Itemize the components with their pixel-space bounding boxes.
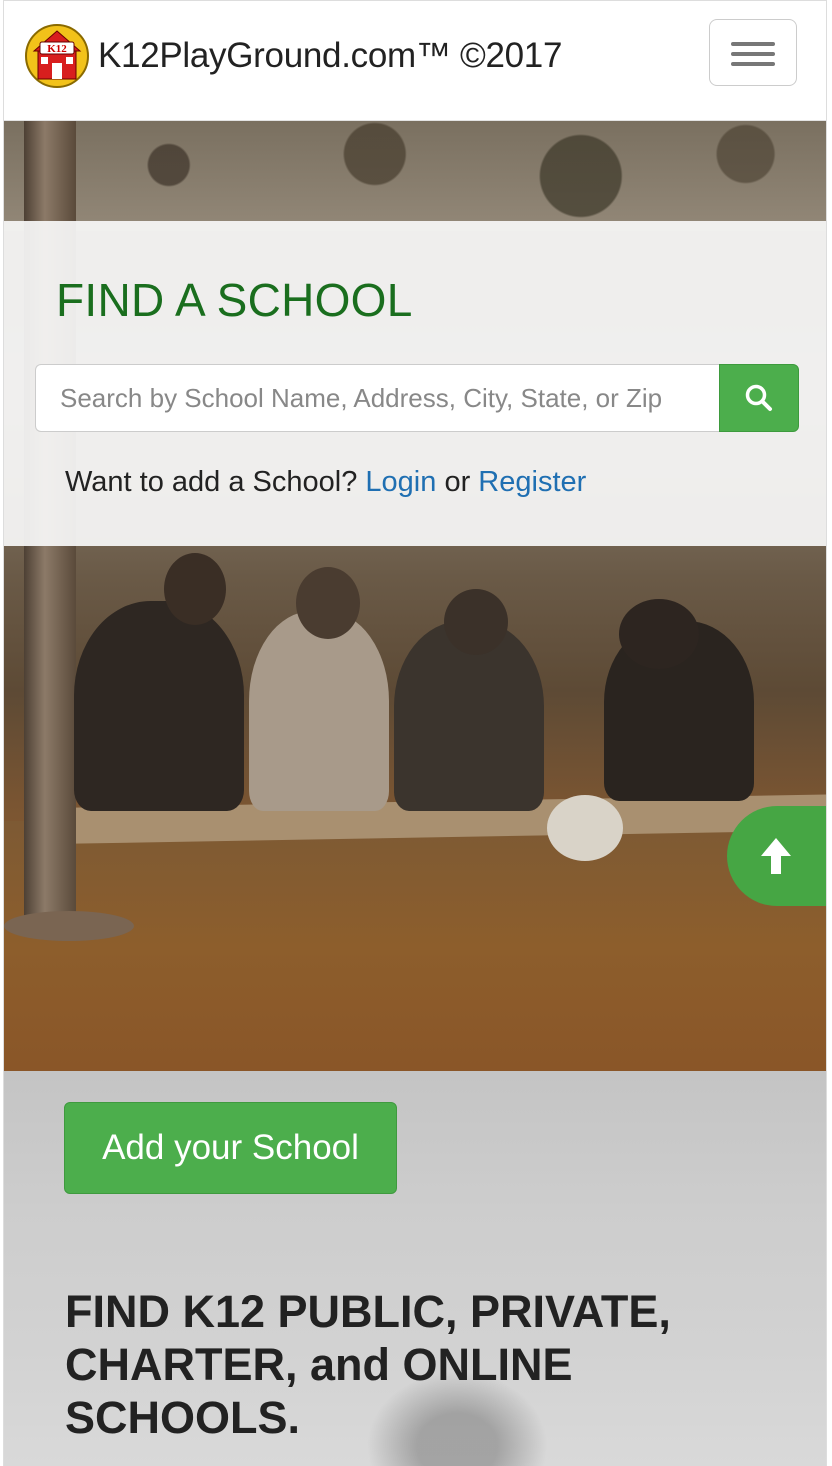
login-link[interactable]: Login	[365, 466, 436, 498]
person-head	[164, 553, 226, 625]
svg-text:K12: K12	[47, 43, 67, 55]
find-school-title: FIND A SCHOOL	[56, 274, 413, 326]
search-icon	[745, 384, 772, 411]
search-group	[35, 364, 799, 432]
or-text: or	[444, 466, 471, 498]
menu-toggle-button[interactable]	[709, 19, 797, 86]
hamburger-icon-line	[731, 52, 775, 56]
hamburger-icon-line	[731, 62, 775, 66]
pole-base	[4, 911, 134, 941]
navbar: K12 K12PlayGround.com™ ©2017	[4, 0, 826, 121]
search-input[interactable]	[35, 364, 719, 432]
find-school-panel: FIND A SCHOOL Want to add a School? Logi…	[4, 221, 826, 546]
back-to-top-button[interactable]	[727, 806, 826, 906]
arrow-up-icon	[761, 838, 791, 874]
k12-logo: K12	[24, 23, 90, 89]
brand-name: K12PlayGround.com™ ©2017	[98, 36, 563, 75]
grass	[4, 821, 826, 1071]
schools-headline: FIND K12 PUBLIC, PRIVATE, CHARTER, and O…	[65, 1286, 671, 1443]
person	[249, 611, 389, 811]
person-head	[619, 599, 699, 669]
person-head	[444, 589, 508, 655]
person-head	[296, 567, 360, 639]
add-school-button[interactable]: Add your School	[64, 1102, 397, 1194]
lower-section: Add your School FIND K12 PUBLIC, PRIVATE…	[4, 1071, 826, 1466]
soccer-ball	[547, 795, 623, 861]
tree-canopy	[4, 121, 826, 231]
hamburger-icon	[731, 42, 775, 46]
brand-link[interactable]: K12 K12PlayGround.com™ ©2017	[24, 23, 562, 89]
search-button[interactable]	[719, 364, 799, 432]
person	[74, 601, 244, 811]
add-school-prompt: Want to add a School? Login or Register	[65, 466, 586, 499]
page: K12 K12PlayGround.com™ ©2017 FIND A SCHO…	[3, 0, 827, 1466]
add-school-question: Want to add a School?	[65, 466, 358, 498]
register-link[interactable]: Register	[478, 466, 586, 498]
